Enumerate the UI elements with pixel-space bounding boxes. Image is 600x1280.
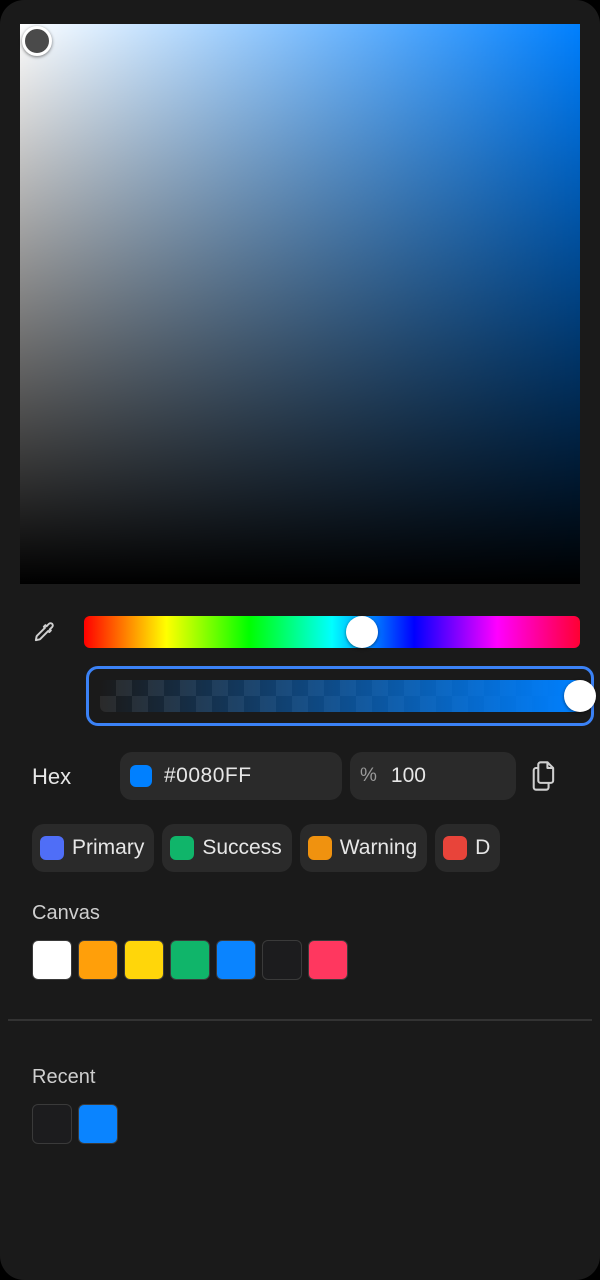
section-divider: [8, 1019, 592, 1021]
color-token-list: Primary Success Warning D: [32, 824, 568, 872]
alpha-value: 100: [390, 764, 426, 787]
token-primary[interactable]: Primary: [32, 824, 155, 872]
alpha-slider[interactable]: [100, 680, 596, 712]
eyedropper-button[interactable]: [28, 616, 60, 648]
canvas-swatch[interactable]: [216, 940, 256, 980]
hue-slider[interactable]: [84, 616, 580, 648]
token-swatch: [170, 836, 195, 860]
token-label: Success: [202, 836, 282, 859]
recent-section-label: Recent: [32, 1066, 96, 1088]
token-swatch: [307, 836, 332, 860]
percent-label: %: [360, 765, 377, 786]
token-label: D: [475, 836, 491, 859]
canvas-swatch[interactable]: [124, 940, 164, 980]
recent-swatch[interactable]: [78, 1104, 118, 1144]
token-warning[interactable]: Warning: [299, 824, 428, 872]
copy-icon: [532, 761, 555, 791]
current-color-swatch: [130, 765, 152, 787]
hue-slider-handle[interactable]: [345, 616, 378, 648]
recent-swatch[interactable]: [32, 1104, 72, 1144]
canvas-swatch[interactable]: [170, 940, 210, 980]
canvas-swatch[interactable]: [78, 940, 118, 980]
recent-swatch-row: [32, 1104, 118, 1144]
saturation-value-handle[interactable]: [22, 26, 52, 56]
color-format-label[interactable]: Hex: [32, 764, 71, 790]
hex-input[interactable]: #0080FF: [120, 752, 342, 800]
alpha-gradient: [100, 680, 580, 712]
alpha-slider-handle[interactable]: [564, 680, 596, 712]
token-danger[interactable]: D: [435, 824, 501, 872]
token-swatch: [40, 836, 64, 860]
canvas-swatch[interactable]: [262, 940, 302, 980]
copy-button[interactable]: [528, 758, 560, 794]
token-label: Warning: [339, 836, 418, 859]
canvas-swatch[interactable]: [308, 940, 348, 980]
canvas-swatch[interactable]: [32, 940, 72, 980]
hex-value: #0080FF: [164, 764, 252, 787]
canvas-swatch-row: [32, 940, 348, 980]
token-swatch: [443, 836, 468, 860]
alpha-input[interactable]: % 100: [350, 752, 516, 800]
saturation-value-area[interactable]: [20, 24, 580, 584]
token-label: Primary: [72, 836, 145, 859]
canvas-section-label: Canvas: [32, 902, 100, 924]
token-success[interactable]: Success: [162, 824, 292, 872]
color-picker-panel: Hex #0080FF % 100 Primary Success Warnin…: [0, 0, 600, 1280]
eyedropper-icon: [34, 622, 54, 642]
